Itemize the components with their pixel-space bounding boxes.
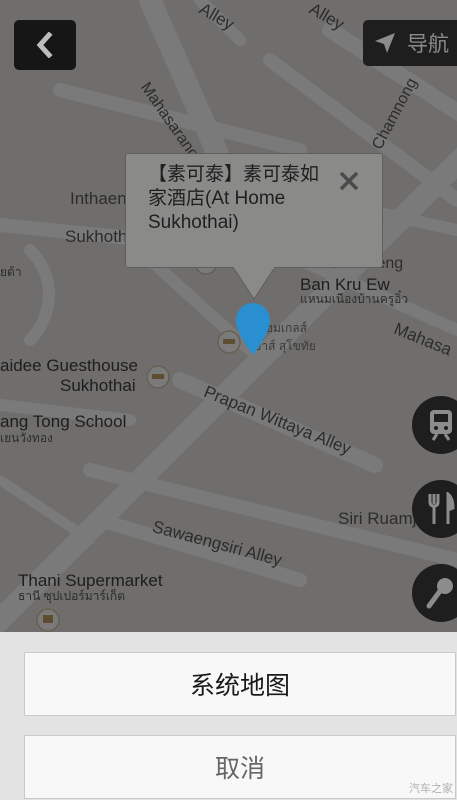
microphone-icon: [426, 578, 453, 609]
place-info-popup[interactable]: 【素可泰】素可泰如家酒店(At Home Sukhothai): [125, 153, 383, 268]
popup-pointer: [233, 267, 275, 300]
restaurant-icon: [428, 492, 455, 524]
back-button[interactable]: [14, 20, 76, 70]
train-icon: [430, 410, 452, 441]
close-icon[interactable]: [338, 170, 360, 192]
navigation-label: 导航: [407, 33, 449, 56]
cancel-button[interactable]: 取消: [24, 735, 456, 799]
place-title: 【素可泰】素可泰如家酒店(At Home Sukhothai): [148, 164, 320, 233]
system-map-button[interactable]: 系统地图: [24, 652, 456, 716]
action-sheet: 系统地图 取消 汽车之家: [0, 632, 457, 800]
location-marker[interactable]: [0, 0, 457, 632]
navigation-button[interactable]: 导航: [363, 20, 457, 66]
watermark: 汽车之家: [409, 783, 453, 795]
chevron-left-icon: [36, 32, 53, 58]
map-view[interactable]: Inthaen Sukhoth Mahasaranon Chamnong All…: [0, 0, 457, 632]
navigation-arrow-icon: [375, 33, 395, 53]
